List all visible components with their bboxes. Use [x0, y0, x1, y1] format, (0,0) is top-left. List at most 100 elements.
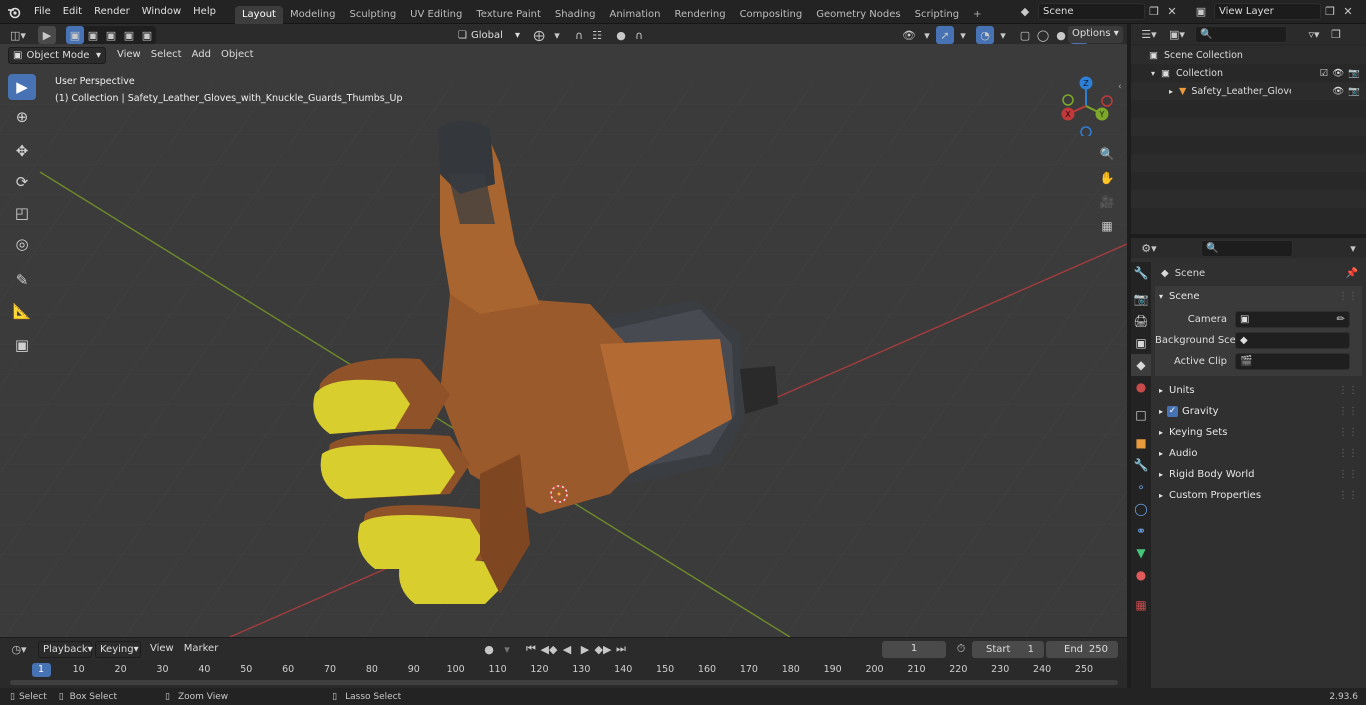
render-tab-icon[interactable]: 📷	[1131, 288, 1151, 310]
pivot-point-icon[interactable]: ⨁	[530, 26, 548, 44]
tab-compositing[interactable]: Compositing	[733, 6, 810, 24]
3d-cursor-icon[interactable]	[548, 483, 570, 505]
move-tool-icon[interactable]: ✥	[8, 138, 36, 164]
object-tab-icon[interactable]: ■	[1131, 432, 1151, 454]
record-icon[interactable]: ●	[480, 640, 498, 658]
add-cube-tool-icon[interactable]: ▣	[8, 332, 36, 358]
current-frame-field[interactable]: 1	[882, 641, 946, 658]
3d-viewport[interactable]: User Perspective (1) Collection | Safety…	[0, 44, 1127, 637]
output-tab-icon[interactable]: 🖨	[1131, 310, 1151, 332]
scene-tab-icon[interactable]: ◆	[1131, 354, 1151, 376]
select-tool-icon[interactable]: ▶	[38, 26, 56, 44]
select-difference-icon[interactable]: ▣	[120, 26, 138, 44]
material-tab-icon[interactable]: ●	[1131, 564, 1151, 586]
timeline-marker-menu[interactable]: Marker	[179, 641, 224, 657]
collection-tab-icon[interactable]: □	[1131, 404, 1151, 426]
chevron-down-icon[interactable]: ▾	[954, 26, 972, 44]
panel-keying-sets[interactable]: ▸ Keying Sets ⋮⋮	[1155, 422, 1362, 443]
camera-view-icon[interactable]: 🎥	[1098, 190, 1116, 214]
playback-menu[interactable]: Playback ▾	[38, 640, 93, 658]
modifiers-tab-icon[interactable]: 🔧	[1131, 454, 1151, 476]
jump-end-icon[interactable]: ⏭	[612, 640, 630, 658]
timeline-scrollbar[interactable]	[10, 680, 1118, 685]
pin-icon[interactable]: 📌	[1346, 268, 1358, 279]
include-checkbox-icon[interactable]: ☑	[1320, 68, 1329, 79]
tab-modeling[interactable]: Modeling	[283, 6, 343, 24]
background-scene-field[interactable]: ◆	[1235, 332, 1350, 349]
texture-tab-icon[interactable]: ▦	[1131, 594, 1151, 616]
add-workspace-button[interactable]: +	[966, 6, 988, 24]
end-frame-field[interactable]: End 250	[1046, 641, 1118, 658]
cursor-tool-icon[interactable]: ⊕	[8, 104, 36, 130]
tab-scripting[interactable]: Scripting	[908, 6, 966, 24]
next-keyframe-icon[interactable]: ◆▶	[594, 640, 612, 658]
new-view-layer-icon[interactable]: ❐	[1321, 2, 1339, 20]
scene-icon[interactable]: ◆	[1012, 2, 1038, 20]
menu-render[interactable]: Render	[88, 0, 136, 24]
expand-arrow-icon[interactable]: ▸	[1169, 87, 1173, 96]
drag-handle-icon[interactable]: ⋮⋮	[1338, 406, 1358, 417]
tab-animation[interactable]: Animation	[603, 6, 668, 24]
rotate-tool-icon[interactable]: ⟳	[8, 169, 36, 195]
drag-handle-icon[interactable]: ⋮⋮	[1338, 427, 1358, 438]
transform-orientation-dropdown[interactable]: ❏ Global ▾	[454, 26, 524, 44]
chevron-down-icon[interactable]: ▾	[994, 26, 1012, 44]
menu-help[interactable]: Help	[187, 0, 222, 24]
xray-icon[interactable]: ▢	[1016, 26, 1034, 44]
keying-menu[interactable]: Keying ▾	[95, 640, 141, 658]
display-mode-icon[interactable]: ▣▾	[1163, 25, 1191, 43]
timeline-view-menu[interactable]: View	[145, 641, 179, 657]
panel-custom-properties[interactable]: ▸ Custom Properties ⋮⋮	[1155, 485, 1362, 506]
chevron-down-icon[interactable]: ▾	[548, 26, 566, 44]
filter-icon[interactable]: ▿▾	[1301, 25, 1327, 43]
physics-tab-icon[interactable]: ◯	[1131, 498, 1151, 520]
menu-file[interactable]: File	[28, 0, 57, 24]
select-subtract-icon[interactable]: ▣	[102, 26, 120, 44]
outliner-row-collection[interactable]: ▾ ▣ Collection ☑ 👁 📷	[1131, 64, 1366, 82]
panel-audio[interactable]: ▸ Audio ⋮⋮	[1155, 443, 1362, 464]
menu-select[interactable]: Select	[146, 47, 187, 63]
data-tab-icon[interactable]: ▼	[1131, 542, 1151, 564]
eye-icon[interactable]: 👁	[1332, 68, 1344, 79]
zoom-icon[interactable]: 🔍	[1098, 142, 1116, 166]
mode-dropdown[interactable]: ▣ Object Mode ▾	[8, 46, 106, 64]
sidebar-toggle-icon[interactable]: ‹	[1118, 82, 1122, 92]
start-frame-field[interactable]: Start 1	[972, 641, 1044, 658]
chevron-down-icon[interactable]: ▾	[918, 26, 936, 44]
navigation-gizmo[interactable]: Z Y X	[1055, 74, 1117, 136]
play-icon[interactable]: ▶	[576, 640, 594, 658]
menu-view[interactable]: View	[112, 47, 146, 63]
snap-icon[interactable]: ∩	[570, 26, 588, 44]
options-dropdown[interactable]: Options ▾	[1068, 26, 1123, 43]
gravity-checkbox[interactable]: ✓	[1167, 406, 1179, 417]
panel-scene[interactable]: ▾ Scene ⋮⋮	[1155, 286, 1362, 307]
timeline-ruler[interactable]: 1 10 20 30 40 50 60 70 80 90 100 110 120 130 140 150 160…	[0, 660, 1127, 688]
perspective-toggle-icon[interactable]: ▦	[1098, 214, 1116, 238]
overlays-toggle-icon[interactable]: ◔	[976, 26, 994, 44]
gizmo-toggle-icon[interactable]: ➚	[936, 26, 954, 44]
pan-hand-icon[interactable]: ✋	[1098, 166, 1116, 190]
outliner-row-object[interactable]: ▸ ▼ Safety_Leather_Gloves_v 👁 📷	[1131, 82, 1366, 100]
tab-sculpting[interactable]: Sculpting	[342, 6, 403, 24]
chevron-down-icon[interactable]: ▾	[498, 640, 516, 658]
scene-name-field[interactable]: Scene	[1038, 2, 1145, 20]
play-reverse-icon[interactable]: ◀	[558, 640, 576, 658]
camera-field[interactable]: ▣ ✏	[1235, 311, 1350, 328]
glove-model[interactable]	[300, 74, 800, 614]
tab-texture-paint[interactable]: Texture Paint	[469, 6, 548, 24]
new-collection-icon[interactable]: ❐	[1327, 25, 1345, 43]
wireframe-shading-icon[interactable]: ◯	[1034, 26, 1052, 44]
outliner-search-input[interactable]: 🔍	[1195, 25, 1287, 43]
prev-keyframe-icon[interactable]: ◀◆	[540, 640, 558, 658]
camera-render-icon[interactable]: 📷	[1348, 86, 1360, 97]
menu-object[interactable]: Object	[216, 47, 259, 63]
tab-layout[interactable]: Layout	[234, 5, 283, 24]
drag-handle-icon[interactable]: ⋮⋮	[1338, 490, 1358, 501]
new-scene-icon[interactable]: ❐	[1145, 2, 1163, 20]
menu-add[interactable]: Add	[187, 47, 216, 63]
tab-uv-editing[interactable]: UV Editing	[403, 6, 469, 24]
delete-view-layer-icon[interactable]: ✕	[1339, 2, 1357, 20]
tab-rendering[interactable]: Rendering	[667, 6, 732, 24]
eye-icon[interactable]: 👁	[1332, 86, 1344, 97]
tool-tab-icon[interactable]: 🔧	[1131, 262, 1151, 284]
